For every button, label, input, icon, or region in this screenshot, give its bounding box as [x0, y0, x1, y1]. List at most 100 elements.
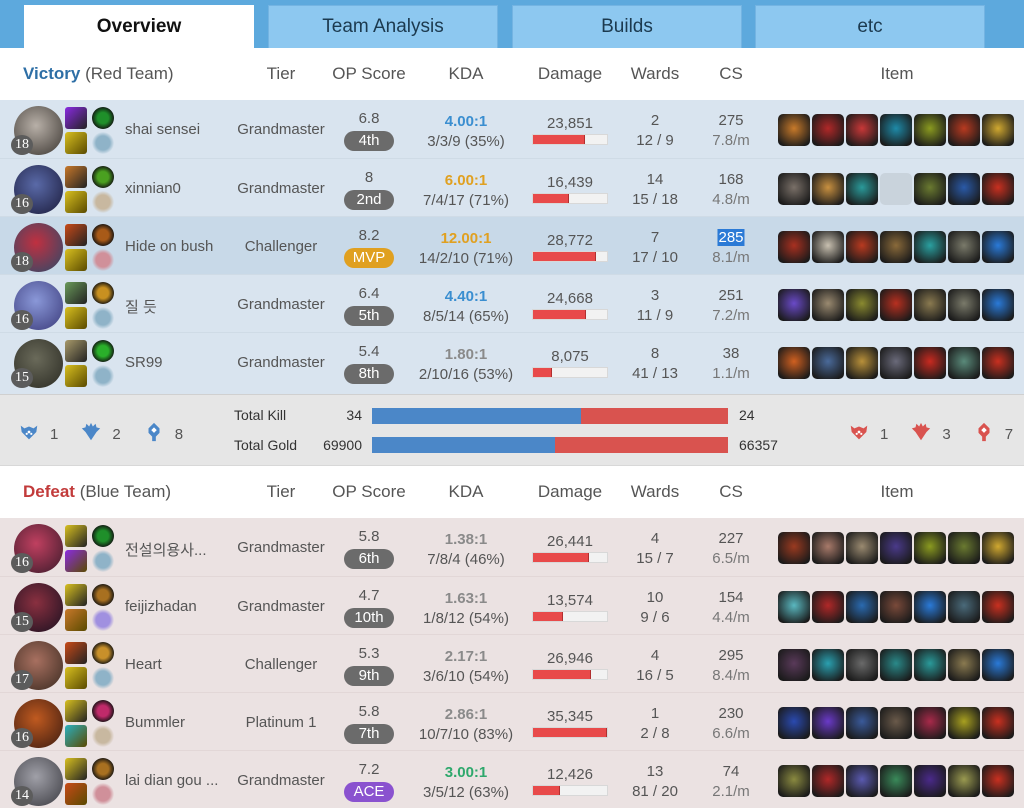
item-icon[interactable] — [778, 649, 810, 681]
item-icon[interactable] — [914, 649, 946, 681]
item-icon[interactable] — [778, 231, 810, 263]
item-icon[interactable] — [982, 231, 1014, 263]
item-icon[interactable] — [948, 765, 980, 797]
tab-overview[interactable]: Overview — [24, 5, 254, 48]
item-icon[interactable] — [982, 591, 1014, 623]
summoner-spell-icon[interactable] — [65, 166, 87, 188]
item-icon[interactable] — [948, 173, 980, 205]
item-icon[interactable] — [812, 532, 844, 564]
item-icon[interactable] — [914, 707, 946, 739]
item-icon[interactable] — [948, 649, 980, 681]
secondary-rune-icon[interactable] — [92, 365, 114, 387]
secondary-rune-icon[interactable] — [92, 783, 114, 805]
item-icon[interactable] — [914, 114, 946, 146]
summoner-spell-icon[interactable] — [65, 365, 87, 387]
secondary-rune-icon[interactable] — [92, 667, 114, 689]
item-icon[interactable] — [778, 591, 810, 623]
item-icon[interactable] — [982, 289, 1014, 321]
item-icon[interactable] — [846, 173, 878, 205]
tab-etc[interactable]: etc — [755, 5, 985, 48]
summoner-spell-icon[interactable] — [65, 107, 87, 129]
item-icon[interactable] — [778, 173, 810, 205]
item-icon[interactable] — [880, 114, 912, 146]
summoner-name[interactable]: 전설의용사... — [125, 539, 207, 560]
item-icon[interactable] — [846, 114, 878, 146]
secondary-rune-icon[interactable] — [92, 249, 114, 271]
item-icon[interactable] — [880, 347, 912, 379]
summoner-name[interactable]: shai sensei — [125, 121, 200, 138]
item-icon[interactable] — [880, 649, 912, 681]
summoner-spell-icon[interactable] — [65, 642, 87, 664]
summoner-spell-icon[interactable] — [65, 700, 87, 722]
summoner-spell-icon[interactable] — [65, 758, 87, 780]
summoner-spell-icon[interactable] — [65, 191, 87, 213]
keystone-rune-icon[interactable] — [92, 107, 114, 129]
keystone-rune-icon[interactable] — [92, 584, 114, 606]
item-icon[interactable] — [812, 649, 844, 681]
item-icon[interactable] — [846, 765, 878, 797]
tab-builds[interactable]: Builds — [512, 5, 742, 48]
item-icon[interactable] — [778, 707, 810, 739]
item-icon[interactable] — [778, 532, 810, 564]
item-icon[interactable] — [812, 173, 844, 205]
item-icon[interactable] — [948, 114, 980, 146]
item-icon[interactable] — [812, 707, 844, 739]
summoner-spell-icon[interactable] — [65, 249, 87, 271]
item-icon[interactable] — [846, 532, 878, 564]
item-icon[interactable] — [812, 591, 844, 623]
item-icon[interactable] — [880, 289, 912, 321]
item-icon[interactable] — [948, 591, 980, 623]
item-icon[interactable] — [982, 173, 1014, 205]
item-icon[interactable] — [846, 289, 878, 321]
keystone-rune-icon[interactable] — [92, 642, 114, 664]
item-icon[interactable] — [914, 532, 946, 564]
item-icon[interactable] — [880, 707, 912, 739]
item-icon[interactable] — [948, 532, 980, 564]
item-icon[interactable] — [812, 765, 844, 797]
item-icon[interactable] — [846, 591, 878, 623]
item-icon[interactable] — [778, 765, 810, 797]
summoner-spell-icon[interactable] — [65, 725, 87, 747]
keystone-rune-icon[interactable] — [92, 282, 114, 304]
summoner-spell-icon[interactable] — [65, 282, 87, 304]
item-icon[interactable] — [914, 289, 946, 321]
secondary-rune-icon[interactable] — [92, 132, 114, 154]
item-icon[interactable] — [948, 289, 980, 321]
item-icon[interactable] — [812, 289, 844, 321]
secondary-rune-icon[interactable] — [92, 191, 114, 213]
keystone-rune-icon[interactable] — [92, 525, 114, 547]
summoner-name[interactable]: SR99 — [125, 354, 163, 371]
item-icon[interactable] — [982, 765, 1014, 797]
item-icon[interactable] — [812, 347, 844, 379]
keystone-rune-icon[interactable] — [92, 224, 114, 246]
summoner-spell-icon[interactable] — [65, 132, 87, 154]
keystone-rune-icon[interactable] — [92, 340, 114, 362]
item-icon[interactable] — [948, 347, 980, 379]
item-icon[interactable] — [982, 649, 1014, 681]
item-icon[interactable] — [982, 114, 1014, 146]
item-icon[interactable] — [778, 347, 810, 379]
summoner-name[interactable]: Hide on bush — [125, 238, 213, 255]
item-icon[interactable] — [846, 231, 878, 263]
item-icon[interactable] — [778, 289, 810, 321]
item-icon[interactable] — [880, 532, 912, 564]
item-icon[interactable] — [880, 231, 912, 263]
item-icon[interactable] — [846, 707, 878, 739]
keystone-rune-icon[interactable] — [92, 758, 114, 780]
secondary-rune-icon[interactable] — [92, 609, 114, 631]
summoner-spell-icon[interactable] — [65, 340, 87, 362]
item-icon[interactable] — [982, 347, 1014, 379]
tab-team-analysis[interactable]: Team Analysis — [268, 5, 498, 48]
item-icon[interactable] — [846, 347, 878, 379]
summoner-spell-icon[interactable] — [65, 609, 87, 631]
summoner-spell-icon[interactable] — [65, 525, 87, 547]
item-icon[interactable] — [948, 707, 980, 739]
item-icon[interactable] — [914, 347, 946, 379]
item-icon[interactable] — [914, 765, 946, 797]
summoner-name[interactable]: xinnian0 — [125, 180, 181, 197]
summoner-spell-icon[interactable] — [65, 224, 87, 246]
summoner-name[interactable]: 질 듯 — [125, 296, 157, 317]
item-icon[interactable] — [812, 114, 844, 146]
summoner-name[interactable]: Heart — [125, 656, 162, 673]
summoner-spell-icon[interactable] — [65, 667, 87, 689]
